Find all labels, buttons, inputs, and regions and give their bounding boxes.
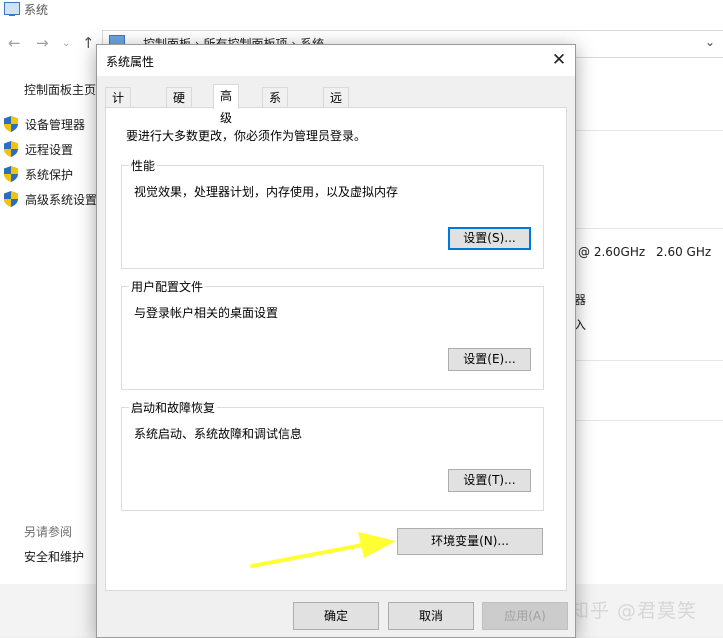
user-profiles-settings-button[interactable]: 设置(E)... bbox=[448, 348, 531, 371]
sidebar-item-system-protection[interactable]: 系统保护 bbox=[4, 164, 73, 184]
divider bbox=[576, 360, 723, 361]
startup-recovery-settings-button[interactable]: 设置(T)... bbox=[448, 469, 531, 492]
address-dropdown-chevron-icon[interactable]: ⌄ bbox=[705, 35, 715, 49]
sidebar-item-label: 设备管理器 bbox=[25, 117, 86, 132]
recent-chevron-icon[interactable]: ⌄ bbox=[62, 38, 70, 49]
tab-hardware[interactable]: 硬件 bbox=[166, 87, 193, 125]
divider bbox=[576, 130, 723, 131]
processor-speed-text: 2.60 GHz bbox=[656, 245, 712, 259]
sidebar-item-label: 高级系统设置 bbox=[25, 192, 98, 207]
admin-note: 要进行大多数更改，你必须作为管理员登录。 bbox=[126, 129, 367, 143]
control-panel-home-link[interactable]: 控制面板主页 bbox=[24, 81, 96, 98]
background-titlebar: 系统 bbox=[0, 0, 723, 20]
dialog-title: 系统属性 bbox=[106, 55, 155, 69]
group-legend: 用户配置文件 bbox=[129, 278, 206, 295]
sidebar-item-advanced-system-settings[interactable]: 高级系统设置 bbox=[4, 189, 97, 209]
security-and-maintenance-link[interactable]: 安全和维护 bbox=[24, 548, 84, 565]
group-description: 系统启动、系统故障和调试信息 bbox=[134, 427, 303, 441]
ok-button[interactable]: 确定 bbox=[293, 602, 379, 630]
dialog-titlebar: 系统属性 ✕ bbox=[97, 45, 575, 76]
tab-advanced[interactable]: 高级 bbox=[213, 84, 240, 125]
cancel-button[interactable]: 取消 bbox=[388, 602, 474, 630]
uac-shield-icon bbox=[4, 116, 18, 132]
sidebar-item-label: 系统保护 bbox=[25, 167, 74, 182]
startup-recovery-group: 启动和故障恢复 系统启动、系统故障和调试信息 设置(T)... bbox=[121, 399, 544, 511]
annotation-arrow-icon bbox=[250, 532, 396, 568]
group-description: 视觉效果，处理器计划，内存使用，以及虚拟内存 bbox=[134, 185, 399, 199]
background-window-title: 系统 bbox=[24, 3, 49, 17]
uac-shield-icon bbox=[4, 191, 18, 207]
sidebar-item-label: 远程设置 bbox=[25, 142, 74, 157]
uac-shield-icon bbox=[4, 141, 18, 157]
advanced-tab-panel: 要进行大多数更改，你必须作为管理员登录。 性能 视觉效果，处理器计划，内存使用，… bbox=[105, 107, 567, 591]
group-description: 与登录帐户相关的桌面设置 bbox=[134, 306, 279, 320]
forward-arrow-icon[interactable]: → bbox=[36, 34, 49, 52]
group-legend: 启动和故障恢复 bbox=[129, 399, 218, 416]
processor-clock-text: @ 2.60GHz bbox=[578, 245, 646, 259]
performance-settings-button[interactable]: 设置(S)... bbox=[448, 227, 531, 250]
group-legend: 性能 bbox=[129, 157, 158, 174]
apply-button[interactable]: 应用(A) bbox=[482, 602, 568, 630]
tab-remote[interactable]: 远程 bbox=[323, 87, 350, 125]
tab-system-protection[interactable]: 系统保护 bbox=[262, 87, 289, 165]
uac-shield-icon bbox=[4, 166, 18, 182]
sidebar-item-device-manager[interactable]: 设备管理器 bbox=[4, 114, 85, 134]
environment-variables-button[interactable]: 环境变量(N)... bbox=[397, 528, 543, 555]
tab-computer-name[interactable]: 计算机名 bbox=[105, 87, 132, 165]
back-arrow-icon[interactable]: ← bbox=[8, 34, 21, 52]
divider bbox=[576, 228, 723, 229]
user-profiles-group: 用户配置文件 与登录帐户相关的桌面设置 设置(E)... bbox=[121, 278, 544, 390]
sidebar-item-remote-settings[interactable]: 远程设置 bbox=[4, 139, 73, 159]
system-window-icon bbox=[4, 2, 20, 16]
performance-group: 性能 视觉效果，处理器计划，内存使用，以及虚拟内存 设置(S)... bbox=[121, 157, 544, 269]
close-icon[interactable]: ✕ bbox=[543, 45, 575, 76]
divider bbox=[576, 420, 723, 421]
see-also-heading: 另请参阅 bbox=[24, 525, 73, 539]
up-arrow-icon[interactable]: ↑ bbox=[82, 34, 95, 52]
watermark: 知乎 @君莫笑 bbox=[570, 600, 698, 622]
